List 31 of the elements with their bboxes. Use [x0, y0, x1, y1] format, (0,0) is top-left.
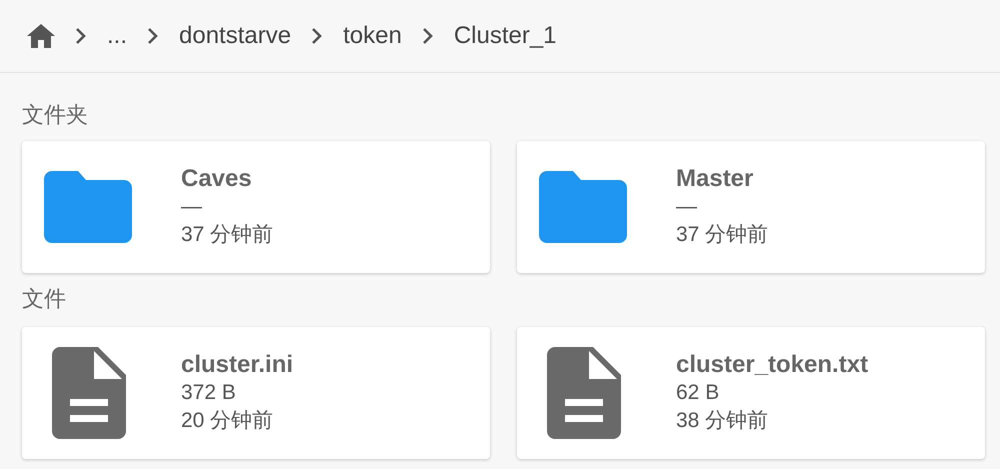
- folder-card[interactable]: Master — 37 分钟前: [517, 141, 985, 273]
- item-name: Caves: [181, 165, 253, 193]
- chevron-icon: [147, 27, 160, 45]
- item-name: cluster.ini: [181, 351, 294, 379]
- folder-card[interactable]: Caves — 37 分钟前: [22, 141, 490, 273]
- breadcrumb-item[interactable]: ...: [107, 22, 128, 50]
- item-size: 372 B: [181, 380, 237, 406]
- modified-time: 38 分钟前: [676, 408, 770, 434]
- chevron-icon: [422, 27, 434, 45]
- breadcrumb-item[interactable]: dontstarve: [179, 22, 292, 50]
- home-icon[interactable]: [27, 24, 55, 48]
- section-heading: 文件: [22, 285, 67, 313]
- breadcrumb-item[interactable]: token: [343, 22, 402, 50]
- item-size: 62 B: [676, 380, 720, 406]
- item-name: cluster_token.txt: [676, 351, 868, 379]
- chevron-icon: [75, 27, 87, 45]
- file-card[interactable]: cluster.ini 372 B 20 分钟前: [22, 327, 490, 459]
- modified-time: 20 分钟前: [181, 408, 274, 434]
- folder-icon: [44, 171, 132, 243]
- item-size: —: [676, 194, 698, 220]
- document-icon: [547, 347, 621, 439]
- chevron-icon: [311, 27, 324, 45]
- breadcrumb-item[interactable]: Cluster_1: [454, 22, 557, 50]
- file-card[interactable]: cluster_token.txt 62 B 38 分钟前: [517, 327, 985, 459]
- item-name: Master: [676, 165, 754, 193]
- section-heading: 文件夹: [22, 101, 89, 129]
- item-size: —: [181, 194, 203, 220]
- modified-time: 37 分钟前: [676, 222, 768, 248]
- folder-icon: [539, 171, 627, 243]
- modified-time: 37 分钟前: [181, 222, 274, 248]
- document-icon: [52, 347, 126, 439]
